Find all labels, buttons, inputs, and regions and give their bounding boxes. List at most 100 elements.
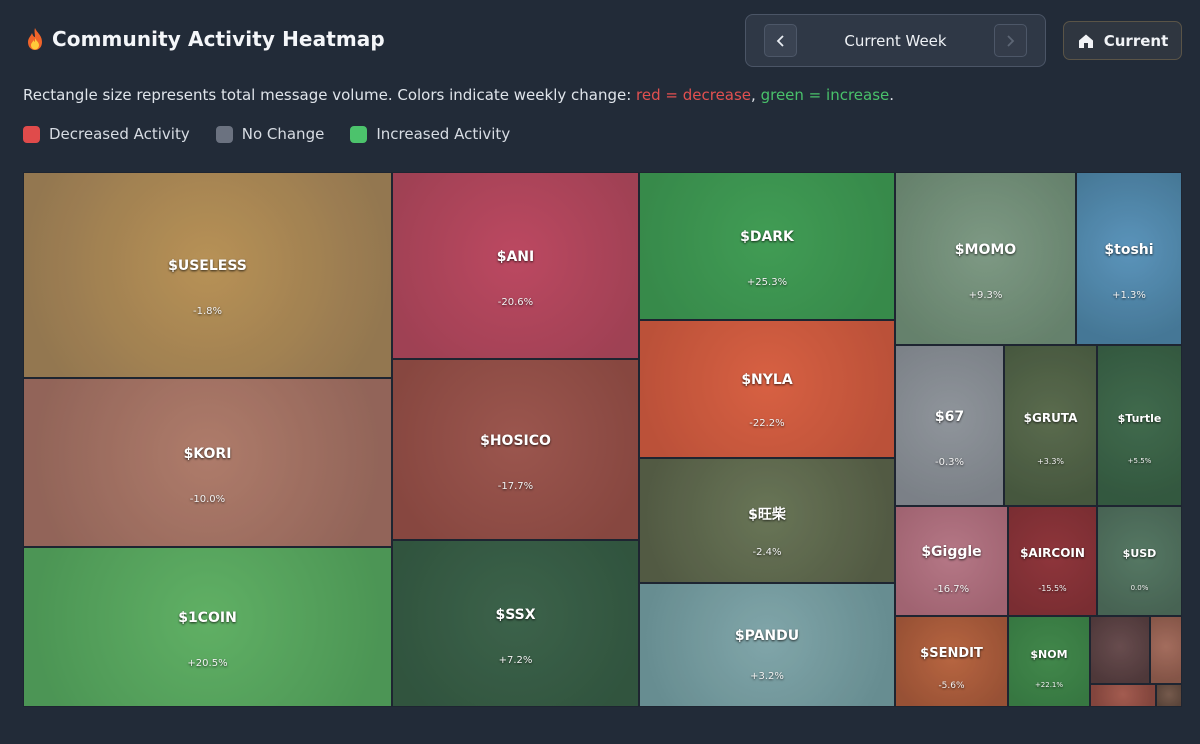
tile-change-tint — [24, 173, 391, 377]
legend-item-no-change: No Change — [215, 125, 324, 143]
treemap-tile[interactable]: $67 -0.3% — [895, 345, 1004, 506]
treemap-tile[interactable]: $Turtle +5.5% — [1097, 345, 1182, 506]
current-button[interactable]: Current — [1063, 21, 1182, 60]
tile-label: $旺柴 — [748, 507, 786, 523]
treemap-tile[interactable]: $旺柴 -2.4% — [639, 458, 895, 583]
treemap-tile[interactable]: $DARK +25.3% — [639, 172, 895, 320]
tile-change: 0.0% — [1130, 584, 1149, 592]
legend-swatch-increased — [350, 125, 368, 143]
treemap-tile[interactable]: $NOM +22.1% — [1008, 616, 1090, 707]
page-title-row: Community Activity Heatmap — [24, 27, 385, 51]
treemap-tile[interactable]: $MOMO +9.3% — [895, 172, 1076, 345]
tile-change-tint — [1091, 617, 1149, 683]
tile-change: +3.3% — [1036, 457, 1065, 466]
treemap-tile[interactable]: $NYLA -22.2% — [639, 320, 895, 458]
legend-swatch-decreased — [23, 125, 40, 143]
treemap-tile[interactable]: $Giggle -16.7% — [895, 506, 1008, 616]
page-title: Community Activity Heatmap — [52, 27, 385, 51]
tile-label: $1COIN — [178, 610, 237, 626]
tile-change-tint — [1091, 685, 1155, 706]
tile-change-tint — [896, 173, 1075, 344]
tile-label: $Turtle — [1117, 412, 1162, 425]
treemap-tile[interactable] — [1090, 684, 1156, 707]
legend: Decreased Activity No Change Increased A… — [23, 125, 510, 143]
tile-change-tint — [1005, 346, 1096, 505]
tile-change: -16.7% — [933, 584, 970, 595]
tile-change: -22.2% — [749, 418, 785, 429]
decrease-note: red = decrease — [636, 86, 752, 104]
treemap-tile[interactable]: $SENDIT -5.6% — [895, 616, 1008, 707]
fire-icon — [28, 28, 42, 50]
tile-change: +5.5% — [1127, 457, 1152, 465]
treemap-tile[interactable]: $SSX +7.2% — [392, 540, 639, 707]
treemap-tile[interactable]: $1COIN +20.5% — [23, 547, 392, 707]
week-label: Current Week — [844, 31, 947, 50]
tile-label: $GRUTA — [1023, 411, 1078, 425]
tile-change-tint — [24, 379, 391, 546]
tile-label: $toshi — [1104, 242, 1154, 258]
treemap-tile[interactable] — [1090, 616, 1150, 684]
tile-label: $67 — [934, 409, 965, 425]
tile-change: -15.5% — [1038, 584, 1067, 593]
treemap-tile[interactable]: $USELESS -1.8% — [23, 172, 392, 378]
treemap-tile[interactable]: $KORI -10.0% — [23, 378, 392, 547]
treemap-tile[interactable]: $USD 0.0% — [1097, 506, 1182, 616]
tile-change-tint — [1157, 685, 1181, 706]
treemap-tile[interactable] — [1156, 684, 1182, 707]
tile-change-tint — [393, 541, 638, 706]
description: Rectangle size represents total message … — [23, 86, 895, 104]
tile-label: $USELESS — [168, 258, 247, 274]
tile-change: +3.2% — [750, 671, 784, 682]
tile-change-tint — [896, 617, 1007, 706]
legend-item-decreased: Decreased Activity — [23, 125, 190, 143]
tile-change: -5.6% — [938, 681, 965, 691]
increase-note: green = increase — [760, 86, 890, 104]
tile-label: $HOSICO — [480, 433, 551, 449]
tile-label: $USD — [1122, 547, 1157, 560]
week-navigator: Current Week — [745, 14, 1046, 67]
tile-change-tint — [640, 321, 894, 457]
tile-change-tint — [640, 173, 894, 319]
tile-label: $AIRCOIN — [1020, 546, 1085, 560]
treemap-tile[interactable]: $AIRCOIN -15.5% — [1008, 506, 1097, 616]
treemap-tile[interactable]: $HOSICO -17.7% — [392, 359, 639, 540]
tile-change-tint — [1098, 346, 1181, 505]
tile-label: $ANI — [496, 249, 535, 265]
next-week-button[interactable] — [993, 24, 1027, 57]
current-button-label: Current — [1103, 31, 1169, 50]
treemap-tile[interactable]: $ANI -20.6% — [392, 172, 639, 359]
tile-label: $Giggle — [921, 544, 982, 560]
treemap-tile[interactable] — [1150, 616, 1182, 684]
tile-change-tint — [1009, 507, 1096, 615]
tile-label: $DARK — [740, 229, 794, 245]
tile-label: $NOM — [1030, 648, 1068, 661]
tile-change-tint — [1151, 617, 1181, 683]
home-icon — [1078, 34, 1093, 48]
tile-label: $KORI — [183, 446, 232, 462]
treemap-tile[interactable]: $toshi +1.3% — [1076, 172, 1182, 345]
tile-change: +25.3% — [746, 277, 788, 288]
tile-change-tint — [24, 548, 391, 706]
tile-change-tint — [393, 173, 638, 358]
tile-label: $SSX — [495, 607, 536, 623]
tile-label: $NYLA — [741, 372, 793, 388]
prev-week-button[interactable] — [764, 24, 797, 57]
treemap-chart: $USELESS -1.8% $KORI -10.0% $1COIN +20.5% $ANI… — [23, 172, 1182, 707]
tile-change: -10.0% — [189, 494, 226, 505]
tile-label: $PANDU — [734, 628, 800, 644]
treemap-tile[interactable]: $PANDU +3.2% — [639, 583, 895, 707]
treemap-tile[interactable]: $GRUTA +3.3% — [1004, 345, 1097, 506]
tile-change: +20.5% — [187, 658, 228, 669]
tile-change: +7.2% — [498, 655, 533, 666]
tile-change-tint — [896, 346, 1003, 505]
tile-change-tint — [1098, 507, 1181, 615]
tile-change: -2.4% — [752, 547, 782, 558]
chevron-left-icon — [776, 34, 784, 47]
legend-swatch-no-change — [215, 125, 233, 143]
tile-change-tint — [1009, 617, 1089, 706]
tile-change: -1.8% — [192, 306, 222, 317]
tile-label: $SENDIT — [920, 646, 983, 661]
tile-change: -20.6% — [497, 297, 534, 308]
tile-change: +22.1% — [1034, 681, 1064, 689]
tile-label: $MOMO — [954, 242, 1017, 258]
